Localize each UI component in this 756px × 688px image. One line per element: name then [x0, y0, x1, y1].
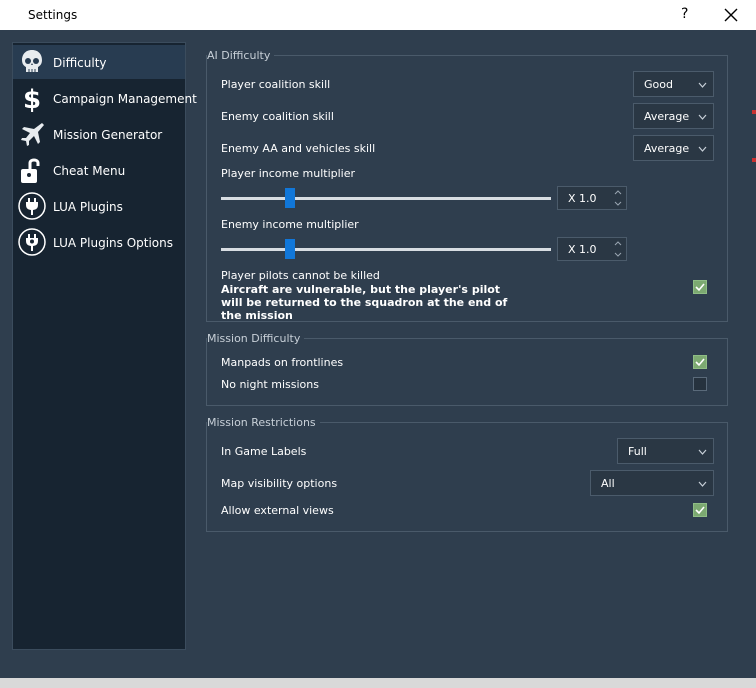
no-night-missions-label: No night missions: [221, 378, 319, 391]
player-coalition-skill-select[interactable]: Good: [633, 71, 714, 97]
mission-restrictions-group: Mission Restrictions In Game Labels Full…: [206, 416, 728, 532]
player-income-label: Player income multiplier: [221, 167, 356, 180]
invulnerable-pilots-checkbox[interactable]: [693, 280, 707, 294]
sidebar-item-label: Difficulty: [53, 56, 107, 70]
sidebar-item-label: LUA Plugins: [53, 200, 123, 214]
sidebar-item-label: Cheat Menu: [53, 164, 126, 178]
checkmark-icon: [695, 283, 705, 292]
invulnerable-pilots-description: Aircraft are vulnerable, but the player'…: [221, 283, 508, 322]
window-title: Settings: [28, 8, 78, 22]
checkmark-icon: [695, 358, 705, 367]
slider-handle[interactable]: [285, 239, 296, 259]
enemy-aa-skill-label: Enemy AA and vehicles skill: [221, 142, 376, 155]
group-title-mission-restrictions: Mission Restrictions: [207, 416, 320, 429]
group-title-ai-difficulty: AI Difficulty: [207, 49, 275, 62]
spin-up-icon[interactable]: [614, 241, 622, 246]
player-income-slider[interactable]: [221, 188, 551, 208]
selected-value: Average: [644, 142, 690, 155]
edge-mark: [752, 110, 756, 114]
sidebar-item-label: Mission Generator: [53, 128, 163, 142]
jet-icon: [17, 119, 47, 149]
manpads-checkbox[interactable]: [693, 355, 707, 369]
chevron-down-icon: [698, 449, 707, 455]
close-icon: [724, 8, 738, 22]
enemy-income-spinbox[interactable]: X 1.0: [557, 237, 627, 261]
svg-text:$: $: [23, 85, 41, 113]
chevron-down-icon: [698, 481, 707, 487]
checkmark-icon: [695, 506, 705, 515]
plug-icon: [17, 191, 47, 221]
sidebar-item-lua-plugins[interactable]: LUA Plugins: [13, 189, 185, 223]
slider-track: [221, 197, 551, 200]
enemy-coalition-skill-select[interactable]: Average: [633, 103, 714, 129]
map-visibility-select[interactable]: All: [590, 470, 714, 496]
spin-down-icon[interactable]: [614, 201, 622, 206]
sidebar-item-cheat-menu[interactable]: Cheat Menu: [13, 153, 185, 187]
in-game-labels-label: In Game Labels: [221, 445, 307, 458]
map-visibility-label: Map visibility options: [221, 477, 338, 490]
settings-sidebar: Difficulty $ Campaign Management Mission…: [12, 42, 197, 650]
sidebar-item-difficulty[interactable]: Difficulty: [13, 45, 185, 79]
chevron-down-icon: [698, 146, 707, 152]
plug-options-icon: [17, 227, 47, 257]
external-views-label: Allow external views: [221, 504, 334, 517]
sidebar-item-label: LUA Plugins Options: [53, 236, 173, 250]
enemy-income-slider[interactable]: [221, 239, 551, 259]
sidebar-item-campaign-management[interactable]: $ Campaign Management: [13, 81, 197, 115]
enemy-income-label: Enemy income multiplier: [221, 218, 359, 231]
invulnerable-pilots-label: Player pilots cannot be killed: [221, 269, 380, 282]
skull-icon: [17, 47, 47, 77]
no-night-missions-checkbox[interactable]: [693, 377, 707, 391]
manpads-label: Manpads on frontlines: [221, 356, 344, 369]
in-game-labels-select[interactable]: Full: [617, 438, 714, 464]
player-income-spinbox[interactable]: X 1.0: [557, 186, 627, 210]
unlocked-padlock-icon: [17, 155, 47, 185]
group-title-mission-difficulty: Mission Difficulty: [207, 332, 305, 345]
background-window-strip: [0, 678, 756, 688]
spin-up-icon[interactable]: [614, 190, 622, 195]
spinbox-value: X 1.0: [568, 192, 597, 205]
help-button[interactable]: ?: [681, 6, 688, 22]
dollar-icon: $: [17, 83, 47, 115]
sidebar-item-label: Campaign Management: [53, 92, 197, 106]
slider-handle[interactable]: [285, 188, 296, 208]
ai-difficulty-group: AI Difficulty Player coalition skill Goo…: [206, 49, 728, 322]
chevron-down-icon: [698, 82, 707, 88]
mission-difficulty-group: Mission Difficulty Manpads on frontlines…: [206, 332, 728, 406]
chevron-down-icon: [698, 114, 707, 120]
enemy-coalition-skill-label: Enemy coalition skill: [221, 110, 334, 123]
selected-value: All: [601, 477, 615, 490]
selected-value: Good: [644, 78, 673, 91]
selected-value: Average: [644, 110, 690, 123]
player-coalition-skill-label: Player coalition skill: [221, 78, 331, 91]
title-bar: Settings ?: [0, 0, 756, 30]
slider-track: [221, 248, 551, 251]
sidebar-item-lua-plugins-options[interactable]: LUA Plugins Options: [13, 225, 185, 259]
sidebar-item-mission-generator[interactable]: Mission Generator: [13, 117, 185, 151]
edge-mark: [752, 158, 756, 162]
close-button[interactable]: [716, 0, 746, 30]
spin-down-icon[interactable]: [614, 252, 622, 257]
selected-value: Full: [628, 445, 647, 458]
spinbox-value: X 1.0: [568, 243, 597, 256]
enemy-aa-skill-select[interactable]: Average: [633, 135, 714, 161]
external-views-checkbox[interactable]: [693, 503, 707, 517]
